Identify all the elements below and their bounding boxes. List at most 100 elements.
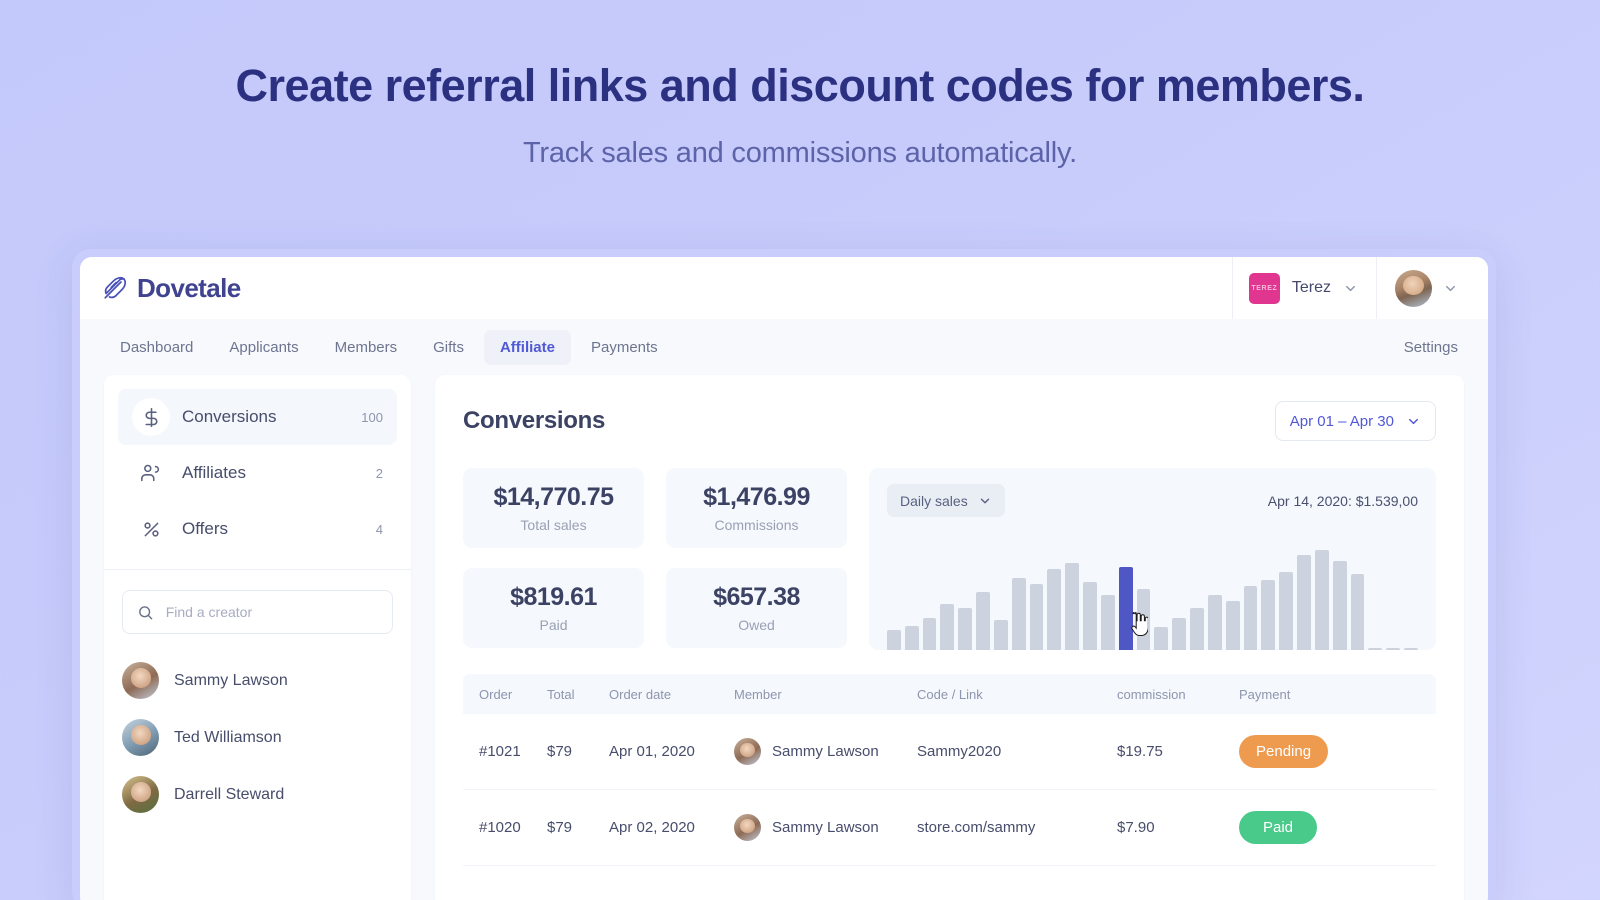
app-window-frame: Dovetale TEREZ Terez Dashboard Applicant… (72, 249, 1496, 900)
chart-metric-select[interactable]: Daily sales (887, 484, 1005, 517)
topbar-right: TEREZ Terez (1232, 257, 1462, 319)
sidebar-item-count: 4 (376, 522, 383, 537)
search-box[interactable] (122, 590, 393, 634)
stat-cards: $14,770.75 Total sales $1,476.99 Commiss… (463, 468, 847, 648)
cell-order[interactable]: #1020 (463, 819, 547, 836)
chart-bar[interactable] (1351, 574, 1365, 650)
app-topbar: Dovetale TEREZ Terez (80, 257, 1488, 319)
cell-code-link[interactable]: Sammy2020 (917, 743, 1117, 760)
list-item[interactable]: Darrell Steward (122, 766, 393, 823)
chart-bar[interactable] (1083, 582, 1097, 650)
chart-bar[interactable] (1261, 580, 1275, 650)
chart-bar[interactable] (1012, 578, 1026, 650)
table-row[interactable]: #1020 $79 Apr 02, 2020 Sammy Lawson stor… (463, 790, 1436, 866)
tab-affiliate[interactable]: Affiliate (484, 330, 571, 365)
column-header-order: Order (463, 687, 547, 702)
chart-bar[interactable] (887, 630, 901, 650)
status-badge: Paid (1239, 811, 1317, 844)
brand-logo[interactable]: Dovetale (102, 273, 241, 304)
list-item[interactable]: Ted Williamson (122, 709, 393, 766)
sidebar-item-label: Conversions (182, 407, 277, 427)
chart-bar[interactable] (1119, 567, 1133, 650)
cell-order[interactable]: #1021 (463, 743, 547, 760)
chart-bar[interactable] (1368, 648, 1382, 650)
chart-bar[interactable] (1101, 595, 1115, 650)
chevron-down-icon (978, 494, 992, 508)
chart-bar[interactable] (976, 592, 990, 650)
tab-members[interactable]: Members (319, 330, 414, 365)
search-input[interactable] (166, 604, 378, 620)
stat-card-owed: $657.38 Owed (666, 568, 847, 648)
stat-label: Owed (738, 617, 775, 633)
creator-name: Sammy Lawson (174, 672, 288, 690)
chart-bar[interactable] (1137, 589, 1151, 650)
sidebar-item-affiliates[interactable]: Affiliates 2 (118, 445, 397, 501)
column-header-order-date: Order date (609, 687, 734, 702)
main-panel: Conversions Apr 01 – Apr 30 $14,770.75 T… (435, 375, 1464, 900)
hero-section: Create referral links and discount codes… (0, 0, 1600, 170)
chart-bar[interactable] (1030, 584, 1044, 650)
settings-link[interactable]: Settings (1398, 330, 1464, 365)
chart-bar[interactable] (940, 604, 954, 650)
chart-bars[interactable] (887, 544, 1418, 650)
sidebar: Conversions 100 Affiliates 2 (104, 375, 411, 900)
sidebar-item-count: 2 (376, 466, 383, 481)
sidebar-item-label: Affiliates (182, 463, 246, 483)
stats-and-chart: $14,770.75 Total sales $1,476.99 Commiss… (463, 468, 1436, 650)
org-switcher[interactable]: TEREZ Terez (1232, 257, 1377, 319)
user-menu[interactable] (1377, 270, 1462, 307)
tab-payments[interactable]: Payments (575, 330, 674, 365)
sales-chart-card: Daily sales Apr 14, 2020: $1.539,00 (869, 468, 1436, 650)
chart-bar[interactable] (1386, 648, 1400, 650)
tab-applicants[interactable]: Applicants (213, 330, 314, 365)
table-row[interactable]: #1021 $79 Apr 01, 2020 Sammy Lawson Samm… (463, 714, 1436, 790)
avatar (122, 719, 159, 756)
cell-commission: $19.75 (1117, 743, 1239, 760)
content-area: Conversions 100 Affiliates 2 (80, 375, 1488, 900)
date-range-selector[interactable]: Apr 01 – Apr 30 (1275, 401, 1436, 441)
stat-value: $819.61 (510, 583, 597, 612)
avatar (1395, 270, 1432, 307)
member-name: Sammy Lawson (772, 743, 879, 760)
org-logo: TEREZ (1249, 273, 1280, 304)
chart-bar[interactable] (1172, 618, 1186, 650)
cell-code-link[interactable]: store.com/sammy (917, 819, 1117, 836)
chart-bar[interactable] (1279, 572, 1293, 650)
tab-dashboard[interactable]: Dashboard (104, 330, 209, 365)
chart-bar[interactable] (1226, 601, 1240, 650)
date-range-label: Apr 01 – Apr 30 (1290, 413, 1394, 430)
chart-bar[interactable] (1297, 555, 1311, 650)
chart-header: Daily sales Apr 14, 2020: $1.539,00 (887, 484, 1418, 517)
chart-bar[interactable] (1190, 608, 1204, 650)
feather-icon (102, 275, 128, 301)
sidebar-item-conversions[interactable]: Conversions 100 (118, 389, 397, 445)
chart-bar[interactable] (1315, 550, 1329, 650)
cell-commission: $7.90 (1117, 819, 1239, 836)
chart-bar[interactable] (1065, 563, 1079, 650)
sidebar-item-offers[interactable]: Offers 4 (118, 501, 397, 557)
chart-bar[interactable] (1047, 569, 1061, 650)
chart-bar[interactable] (1208, 595, 1222, 650)
chart-tooltip: Apr 14, 2020: $1.539,00 (1268, 493, 1418, 509)
chart-bar[interactable] (1333, 561, 1347, 650)
conversions-table: Order Total Order date Member Code / Lin… (463, 674, 1436, 866)
chart-bar[interactable] (1154, 627, 1168, 650)
creator-name: Ted Williamson (174, 729, 282, 747)
cell-payment: Pending (1239, 735, 1436, 768)
stat-value: $657.38 (713, 583, 800, 612)
chart-bar[interactable] (994, 620, 1008, 650)
chart-metric-label: Daily sales (900, 493, 968, 509)
tab-gifts[interactable]: Gifts (417, 330, 480, 365)
avatar (734, 814, 761, 841)
chart-bar[interactable] (923, 618, 937, 650)
chart-bar[interactable] (1404, 648, 1418, 650)
stat-label: Paid (539, 617, 567, 633)
chart-bar[interactable] (958, 608, 972, 650)
chart-bar[interactable] (905, 626, 919, 650)
chart-bar[interactable] (1244, 586, 1258, 650)
avatar (734, 738, 761, 765)
section-title: Conversions (463, 407, 605, 435)
stat-label: Commissions (714, 517, 798, 533)
list-item[interactable]: Sammy Lawson (122, 652, 393, 709)
percent-icon (132, 510, 170, 548)
